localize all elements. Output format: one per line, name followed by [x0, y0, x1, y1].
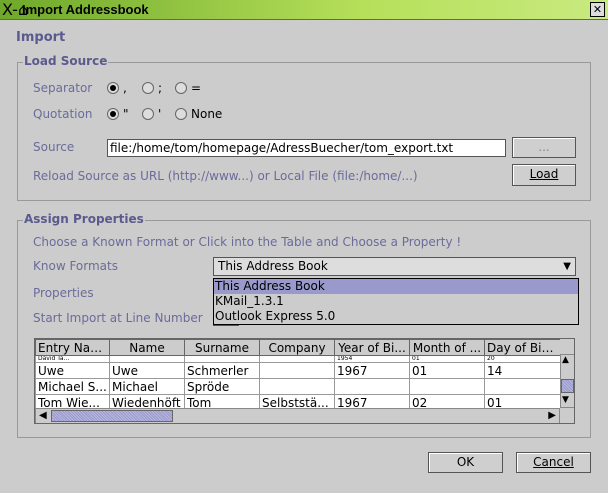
title-bar[interactable]: X-⌂ Import Addressbook ✕ — [0, 0, 608, 20]
properties-label: Properties — [33, 286, 94, 300]
sep-radio-1[interactable] — [142, 82, 154, 94]
scroll-up-icon[interactable]: ▲ — [562, 355, 569, 365]
table-cell[interactable] — [259, 378, 335, 395]
quo-radio-label: ' — [158, 107, 162, 121]
start-line-label: Start Import at Line Number — [33, 311, 203, 325]
table-cell[interactable]: 01 — [409, 362, 485, 379]
table-cell[interactable]: Schmerler — [184, 362, 260, 379]
table-cell[interactable] — [334, 378, 410, 395]
sep-radio-0[interactable] — [107, 82, 119, 94]
column-header[interactable]: Entry Name — [35, 339, 110, 356]
table-cell[interactable]: 01 — [409, 355, 485, 363]
table-cell[interactable] — [259, 362, 335, 379]
table-cell[interactable] — [109, 355, 185, 363]
load-button[interactable]: Load — [512, 164, 576, 186]
formats-option[interactable]: KMail_1.3.1 — [214, 294, 578, 309]
table-cell[interactable]: Michael S... — [35, 378, 110, 395]
quo-radio-2[interactable] — [175, 108, 187, 120]
table-row[interactable]: Uwe Uwe Schmerler 1967 01 14 — [35, 362, 560, 379]
table-cell[interactable]: 20 — [484, 355, 560, 363]
table-cell[interactable]: Michael — [109, 378, 185, 395]
scroll-left-icon[interactable]: ◀ — [39, 410, 47, 421]
quo-radio-label: None — [191, 107, 223, 121]
formats-dropdown-list: This Address Book KMail_1.3.1 Outlook Expr… — [213, 278, 579, 325]
scroll-right-icon[interactable]: ▶ — [548, 410, 556, 421]
table-cell[interactable]: Tom Wie... — [35, 394, 110, 408]
vertical-scrollbar[interactable]: ▲ ▼ — [560, 354, 574, 408]
instruction-text: Choose a Known Format or Click into the … — [33, 235, 462, 249]
cancel-button[interactable]: Cancel — [516, 452, 591, 473]
scroll-down-icon[interactable]: ▼ — [562, 395, 569, 405]
column-header[interactable]: Month of ... — [409, 339, 485, 356]
table-cell[interactable]: 01 — [484, 394, 560, 408]
table-cell[interactable]: David Ta... — [35, 355, 110, 363]
page-heading: Import — [16, 30, 66, 45]
assign-properties-title: Assign Properties — [23, 212, 145, 226]
formats-label: Know Formats — [33, 259, 118, 273]
quo-radio-1[interactable] — [142, 108, 154, 120]
sep-radio-label: , — [123, 81, 127, 95]
table-row[interactable]: David Ta... 1954 01 20 — [35, 355, 560, 363]
table-cell[interactable]: Wiedenhöft — [109, 394, 185, 408]
sep-radio-label: ; — [158, 81, 163, 95]
ok-button[interactable]: OK — [428, 452, 503, 473]
sep-radio-label: = — [191, 81, 202, 95]
formats-option[interactable]: This Address Book — [214, 279, 578, 294]
table-cell[interactable]: Uwe — [35, 362, 110, 379]
close-button[interactable]: ✕ — [590, 2, 605, 17]
table-cell[interactable]: Uwe — [109, 362, 185, 379]
horizontal-scrollbar[interactable]: ◀ ▶ — [35, 408, 560, 423]
table-cell[interactable] — [484, 378, 560, 395]
separator-label: Separator — [33, 81, 93, 95]
table-row[interactable]: Tom Wie... Wiedenhöft Tom Selbststä... 1967 0… — [35, 394, 560, 408]
column-header[interactable]: Name — [109, 339, 185, 356]
quo-radio-0[interactable] — [107, 108, 119, 120]
formats-combo[interactable]: This Address Book ▼ — [213, 257, 576, 276]
column-header[interactable]: Year of Bi... — [334, 339, 410, 356]
chevron-down-icon[interactable]: ▼ — [563, 258, 571, 275]
table-row[interactable]: Michael S... Michael Spröde — [35, 378, 560, 395]
data-table: Entry Name Name Surname Company Year of Bi..… — [34, 338, 575, 424]
column-header[interactable]: Day of Birth — [484, 339, 560, 356]
table-cell[interactable]: Selbststä... — [259, 394, 335, 408]
table-cell[interactable]: 14 — [484, 362, 560, 379]
vertical-scroll-thumb[interactable] — [561, 379, 574, 393]
source-hint: Reload Source as URL (http://www...) or … — [33, 169, 418, 183]
formats-option[interactable]: Outlook Express 5.0 — [214, 309, 578, 324]
column-header[interactable]: Company — [259, 339, 335, 356]
quo-radio-label: " — [123, 107, 129, 121]
table-cell[interactable]: 02 — [409, 394, 485, 408]
table-cell[interactable]: 1967 — [334, 394, 410, 408]
table-cell[interactable]: 1967 — [334, 362, 410, 379]
column-header[interactable]: Surname — [184, 339, 260, 356]
horizontal-scroll-thumb[interactable] — [51, 410, 173, 422]
window-title: Import Addressbook — [22, 2, 149, 17]
browse-button[interactable]: ... — [512, 137, 576, 158]
source-input[interactable]: file:/home/tom/homepage/AdressBuecher/to… — [107, 139, 506, 157]
source-label: Source — [33, 140, 75, 154]
quotation-label: Quotation — [33, 107, 93, 121]
table-cell[interactable]: 1954 — [334, 355, 410, 363]
table-cell[interactable]: Tom — [184, 394, 260, 408]
table-cell[interactable]: Spröde — [184, 378, 260, 395]
table-cell[interactable] — [259, 355, 335, 363]
table-cell[interactable] — [184, 355, 260, 363]
formats-combo-value: This Address Book — [218, 259, 328, 273]
load-source-title: Load Source — [23, 54, 109, 68]
table-cell[interactable] — [409, 378, 485, 395]
sep-radio-2[interactable] — [175, 82, 187, 94]
